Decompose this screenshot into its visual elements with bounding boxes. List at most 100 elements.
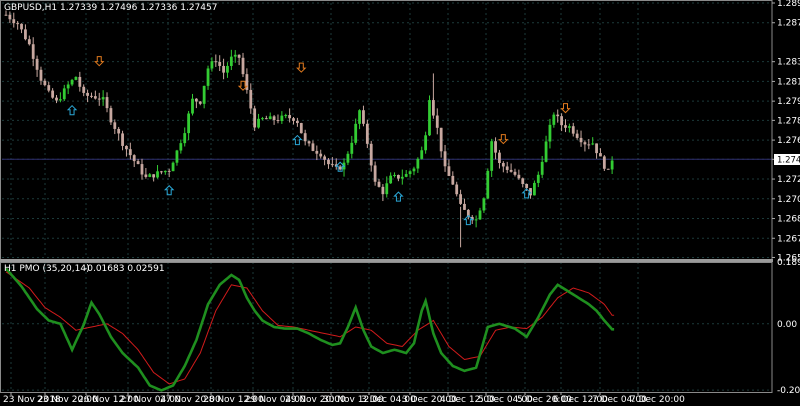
bear-candle[interactable] xyxy=(517,174,521,179)
bear-candle[interactable] xyxy=(152,174,156,178)
bear-candle[interactable] xyxy=(509,169,513,172)
bear-candle[interactable] xyxy=(132,155,136,162)
bull-candle[interactable] xyxy=(101,97,105,100)
panel-separator[interactable] xyxy=(0,259,773,262)
bear-candle[interactable] xyxy=(447,166,451,176)
bear-candle[interactable] xyxy=(602,156,606,169)
bear-candle[interactable] xyxy=(241,57,245,75)
bear-candle[interactable] xyxy=(521,178,525,184)
bear-candle[interactable] xyxy=(296,120,299,124)
bear-candle[interactable] xyxy=(31,44,35,59)
bear-candle[interactable] xyxy=(595,143,598,154)
bull-candle[interactable] xyxy=(62,88,66,100)
bear-candle[interactable] xyxy=(299,123,303,134)
bear-candle[interactable] xyxy=(381,186,385,195)
bear-candle[interactable] xyxy=(214,61,218,63)
bull-candle[interactable] xyxy=(179,143,183,151)
bear-candle[interactable] xyxy=(579,137,583,143)
bull-candle[interactable] xyxy=(482,198,486,211)
bear-candle[interactable] xyxy=(463,203,466,210)
bull-candle[interactable] xyxy=(183,133,187,144)
bull-candle[interactable] xyxy=(490,141,494,171)
trading-chart-window[interactable]: 1.28910 1.28725 1.28360 1.28175 1.27990 1.278… xyxy=(0,0,800,406)
bear-candle[interactable] xyxy=(78,76,82,87)
bear-candle[interactable] xyxy=(82,86,86,93)
bull-candle[interactable] xyxy=(233,54,237,57)
bear-candle[interactable] xyxy=(121,133,124,146)
bear-candle[interactable] xyxy=(307,141,311,144)
bull-candle[interactable] xyxy=(171,162,175,172)
bear-candle[interactable] xyxy=(253,108,257,128)
bull-candle[interactable] xyxy=(416,158,420,169)
bear-candle[interactable] xyxy=(55,97,58,101)
bear-candle[interactable] xyxy=(198,101,202,104)
bear-candle[interactable] xyxy=(560,116,564,126)
bear-candle[interactable] xyxy=(264,118,268,120)
bear-candle[interactable] xyxy=(319,153,323,157)
bear-candle[interactable] xyxy=(439,127,443,152)
bear-candle[interactable] xyxy=(20,23,23,30)
bear-candle[interactable] xyxy=(237,54,241,58)
bull-candle[interactable] xyxy=(548,124,552,142)
bear-candle[interactable] xyxy=(125,145,128,150)
bear-candle[interactable] xyxy=(43,80,47,86)
bear-candle[interactable] xyxy=(564,125,567,128)
bear-candle[interactable] xyxy=(24,29,27,40)
bear-candle[interactable] xyxy=(90,95,93,97)
bear-candle[interactable] xyxy=(276,120,280,122)
bear-candle[interactable] xyxy=(583,142,587,145)
bull-candle[interactable] xyxy=(591,143,595,145)
bear-candle[interactable] xyxy=(160,171,163,173)
bear-candle[interactable] xyxy=(513,171,517,175)
bull-candle[interactable] xyxy=(412,168,416,172)
bull-candle[interactable] xyxy=(567,126,571,128)
bear-candle[interactable] xyxy=(498,152,501,164)
bear-candle[interactable] xyxy=(249,89,253,109)
bull-candle[interactable] xyxy=(474,219,478,221)
bull-candle[interactable] xyxy=(393,174,396,176)
bull-candle[interactable] xyxy=(257,118,260,128)
bear-candle[interactable] xyxy=(606,168,610,170)
bear-candle[interactable] xyxy=(35,58,39,70)
bull-candle[interactable] xyxy=(70,79,74,85)
bull-candle[interactable] xyxy=(261,118,264,120)
bull-candle[interactable] xyxy=(354,123,358,143)
bull-candle[interactable] xyxy=(428,100,431,136)
bear-candle[interactable] xyxy=(140,164,144,175)
bear-candle[interactable] xyxy=(501,163,505,167)
bear-candle[interactable] xyxy=(117,128,121,134)
bear-candle[interactable] xyxy=(455,184,459,195)
bull-candle[interactable] xyxy=(66,84,70,89)
bear-candle[interactable] xyxy=(109,108,113,123)
bull-candle[interactable] xyxy=(544,141,548,162)
bear-candle[interactable] xyxy=(27,39,31,45)
bear-candle[interactable] xyxy=(86,92,89,96)
bull-candle[interactable] xyxy=(268,116,272,120)
bull-candle[interactable] xyxy=(210,61,214,69)
bear-candle[interactable] xyxy=(16,23,20,25)
bear-candle[interactable] xyxy=(144,174,148,177)
bull-candle[interactable] xyxy=(404,174,408,177)
bear-candle[interactable] xyxy=(338,166,342,170)
bull-candle[interactable] xyxy=(533,182,536,196)
bear-candle[interactable] xyxy=(113,122,117,129)
bear-candle[interactable] xyxy=(105,97,109,109)
bull-candle[interactable] xyxy=(175,150,179,163)
bear-candle[interactable] xyxy=(327,159,330,165)
bull-candle[interactable] xyxy=(284,115,288,117)
bull-candle[interactable] xyxy=(163,170,167,173)
bear-candle[interactable] xyxy=(575,133,579,138)
bear-candle[interactable] xyxy=(369,143,373,166)
bear-candle[interactable] xyxy=(556,114,560,117)
bear-candle[interactable] xyxy=(12,19,16,24)
bear-candle[interactable] xyxy=(365,123,369,144)
bear-candle[interactable] xyxy=(272,116,276,121)
bull-candle[interactable] xyxy=(206,68,210,86)
bull-candle[interactable] xyxy=(226,65,229,73)
bull-candle[interactable] xyxy=(478,210,482,220)
bull-candle[interactable] xyxy=(58,99,62,101)
bear-candle[interactable] xyxy=(494,141,497,153)
bull-candle[interactable] xyxy=(389,175,393,184)
bear-candle[interactable] xyxy=(136,161,140,165)
bear-candle[interactable] xyxy=(587,144,591,146)
